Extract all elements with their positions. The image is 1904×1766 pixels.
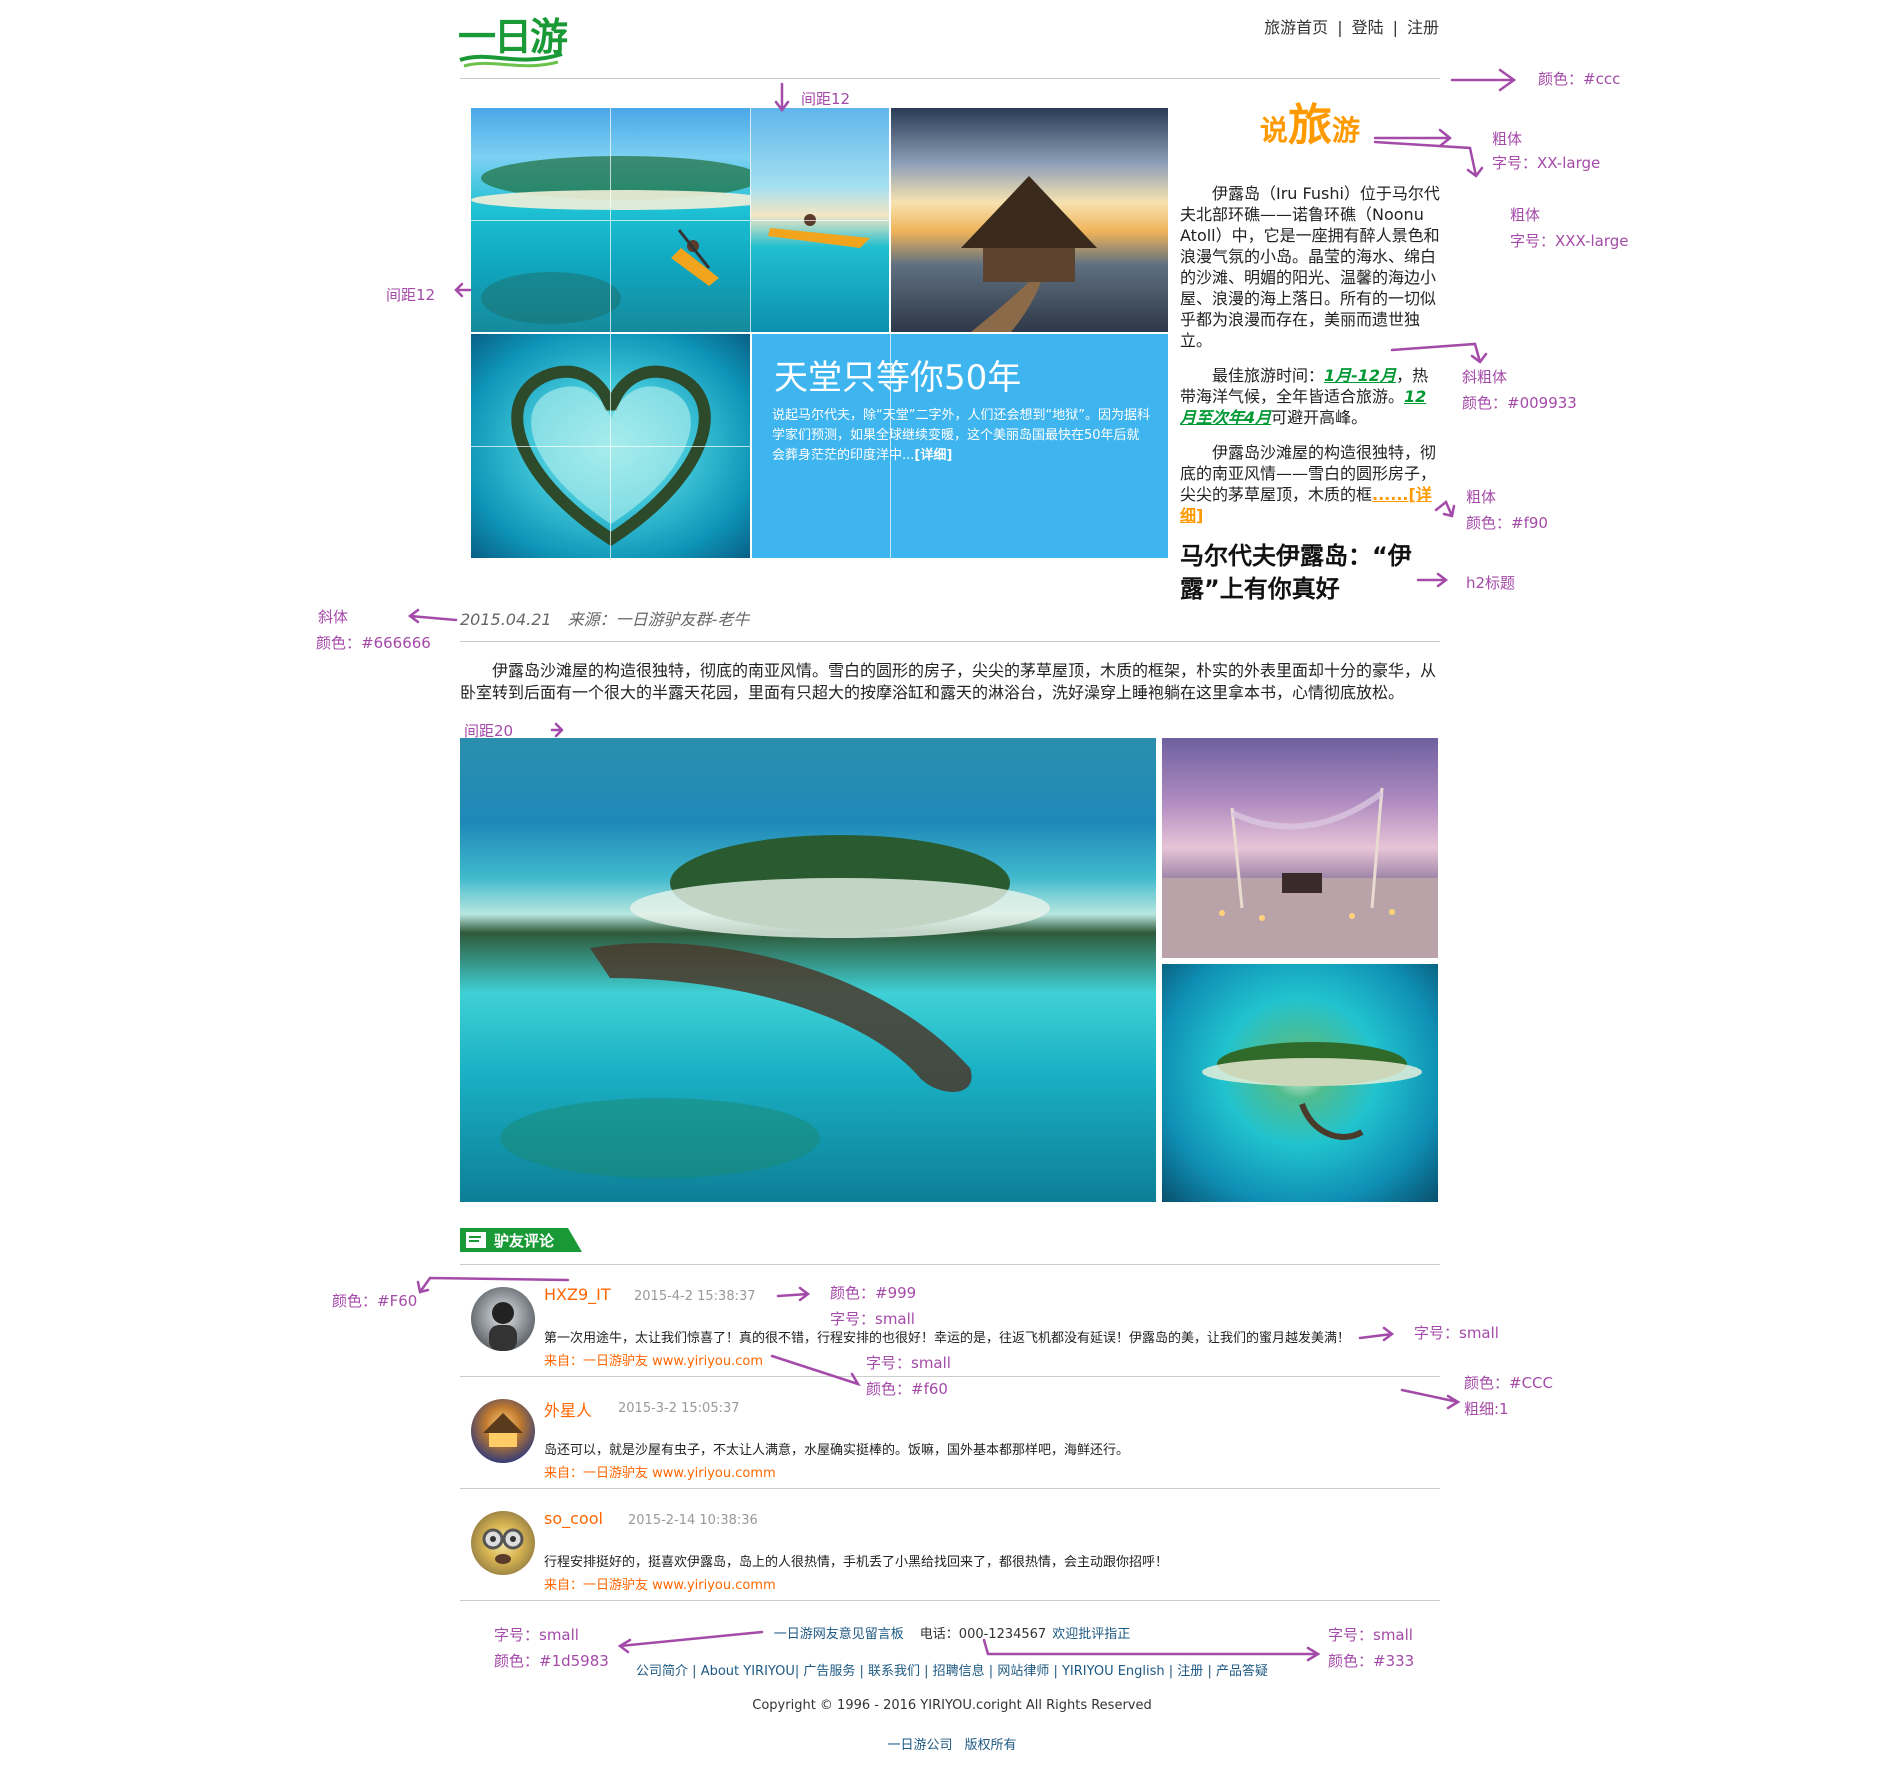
annotation-label: 字号：XX-large	[1492, 154, 1601, 172]
annotation-label: 间距12	[386, 286, 436, 304]
annotation-label: 颜色：#333	[1328, 1652, 1415, 1670]
annotation-label: 字号：XXX-large	[1510, 232, 1629, 250]
annotation-label: 颜色：#f90	[1466, 514, 1548, 532]
annotation-label: 字号：small	[830, 1310, 915, 1328]
annotation-label: 颜色：#999	[830, 1284, 917, 1302]
annotation-label: 颜色：#f60	[866, 1380, 948, 1398]
annotation-label: 颜色：#666666	[316, 634, 431, 652]
annotation-label: 字号：small	[866, 1354, 951, 1372]
annotation-arrows	[407, 68, 1517, 1662]
annotation-label: 颜色：#009933	[1462, 394, 1577, 412]
annotation-label: 间距12	[801, 90, 851, 108]
annotation-label: 斜粗体	[1462, 368, 1508, 386]
annotation-label: 颜色：#CCC	[1464, 1374, 1553, 1392]
annotation-label: 字号：small	[1328, 1626, 1413, 1644]
annotation-label: 字号：small	[494, 1626, 579, 1644]
annotation-label: 粗体	[1466, 488, 1497, 506]
annotation-label: 颜色：#1d5983	[494, 1652, 609, 1670]
annotation-label: 间距20	[464, 722, 514, 740]
annotation-label: 斜体	[318, 608, 349, 626]
annotation-label: 颜色：#ccc	[1538, 70, 1621, 88]
annotation-label: 颜色：#F60	[332, 1292, 418, 1310]
annotation-label: h2标题	[1466, 574, 1516, 592]
annotation-label: 粗体	[1492, 130, 1523, 148]
annotation-label: 粗体	[1510, 206, 1541, 224]
annotation-label: 粗细:1	[1464, 1400, 1509, 1418]
annotation-label: 字号：small	[1414, 1324, 1499, 1342]
